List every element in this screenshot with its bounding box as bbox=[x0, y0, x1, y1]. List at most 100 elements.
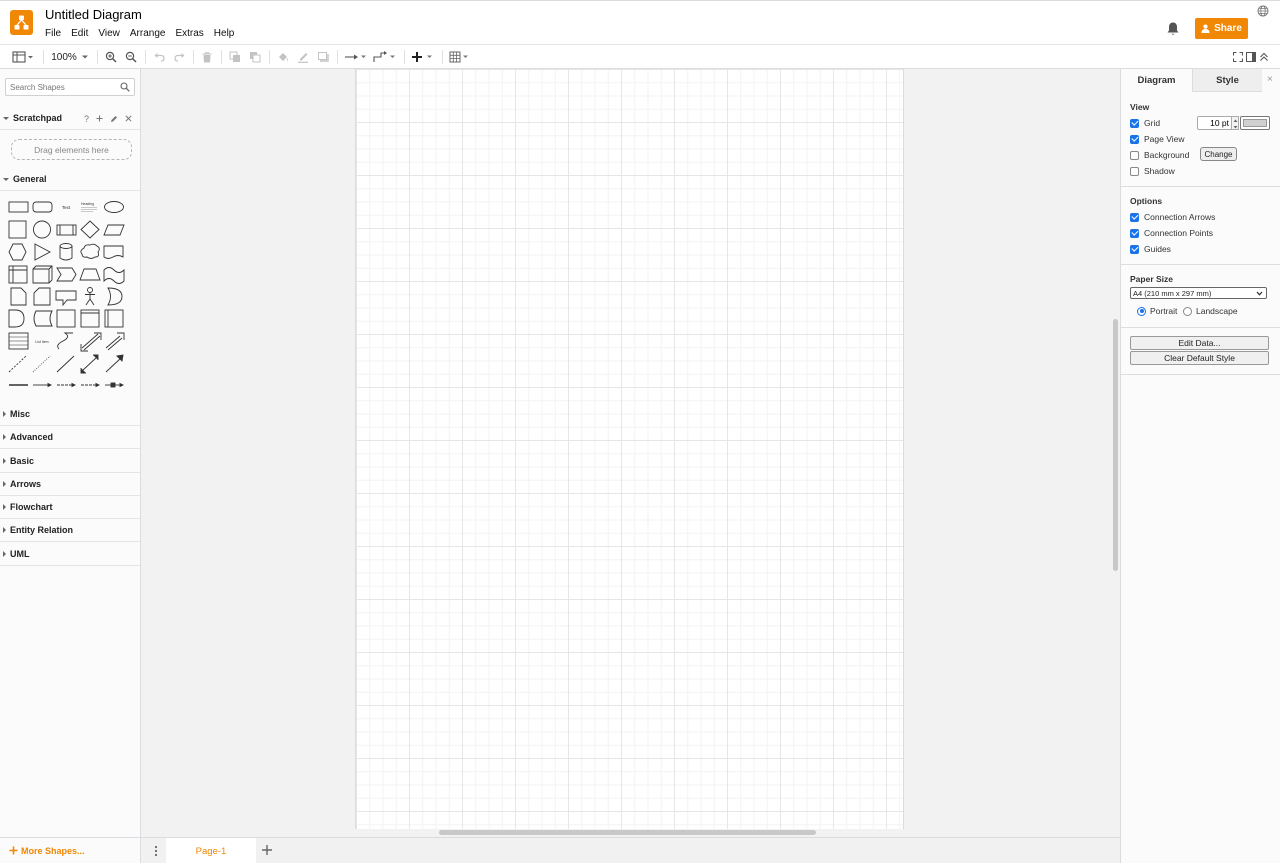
edit-pencil-icon[interactable] bbox=[110, 115, 118, 123]
background-change-button[interactable]: Change bbox=[1200, 147, 1237, 161]
container-shape[interactable] bbox=[56, 309, 76, 328]
parallelogram-shape[interactable] bbox=[103, 224, 125, 236]
entity-relation-section-header[interactable]: Entity Relation bbox=[0, 519, 140, 542]
tape-shape[interactable] bbox=[103, 267, 125, 284]
menu-extras[interactable]: Extras bbox=[175, 28, 203, 39]
menu-edit[interactable]: Edit bbox=[71, 28, 88, 39]
fill-color-button[interactable] bbox=[275, 45, 291, 69]
waypoints-dropdown[interactable] bbox=[372, 45, 398, 69]
scratchpad-drop-zone[interactable]: Drag elements here bbox=[11, 139, 132, 160]
data-storage-shape[interactable] bbox=[33, 310, 53, 327]
bidirectional-arrow-shape[interactable] bbox=[80, 332, 102, 352]
fullscreen-button[interactable] bbox=[1232, 45, 1244, 69]
hexagon-shape[interactable] bbox=[8, 243, 27, 261]
dashed-line-shape[interactable] bbox=[8, 355, 27, 373]
landscape-option[interactable]: Landscape bbox=[1183, 306, 1238, 316]
basic-section-header[interactable]: Basic bbox=[0, 450, 140, 473]
arrow-shape[interactable] bbox=[105, 332, 125, 351]
share-button[interactable]: Share bbox=[1195, 18, 1248, 39]
page-view-checkbox[interactable] bbox=[1130, 134, 1139, 144]
process-shape[interactable] bbox=[56, 224, 77, 236]
cloud-shape[interactable] bbox=[80, 243, 100, 259]
tab-style[interactable]: Style bbox=[1192, 69, 1262, 92]
menu-arrange[interactable]: Arrange bbox=[130, 28, 166, 39]
arrows-section-header[interactable]: Arrows bbox=[0, 473, 140, 496]
connector-with-3-labels-shape[interactable] bbox=[81, 382, 101, 388]
vertical-scrollbar[interactable] bbox=[1113, 319, 1118, 571]
diagram-canvas[interactable] bbox=[141, 69, 1120, 837]
grid-color-swatch[interactable] bbox=[1240, 116, 1270, 130]
swimlane-shape[interactable] bbox=[80, 309, 100, 328]
paper-size-select[interactable]: A4 (210 mm x 297 mm) bbox=[1130, 287, 1267, 299]
document-shape[interactable] bbox=[103, 245, 124, 259]
delay-shape[interactable] bbox=[8, 309, 25, 328]
edit-data-button[interactable]: Edit Data... bbox=[1130, 336, 1269, 350]
to-front-button[interactable] bbox=[227, 45, 243, 69]
circle-shape[interactable] bbox=[33, 220, 51, 239]
trapezoid-shape[interactable] bbox=[79, 268, 101, 281]
cylinder-shape[interactable] bbox=[59, 243, 73, 261]
language-globe-icon[interactable] bbox=[1257, 5, 1269, 17]
bidirectional-connector-shape[interactable] bbox=[80, 354, 99, 374]
advanced-section-header[interactable]: Advanced bbox=[0, 426, 140, 449]
actor-shape[interactable] bbox=[85, 287, 95, 306]
ellipse-shape[interactable] bbox=[104, 201, 124, 213]
page-tab-page-1[interactable]: Page-1 bbox=[166, 838, 256, 863]
add-icon[interactable] bbox=[96, 115, 103, 122]
square-shape[interactable] bbox=[8, 220, 27, 239]
triangle-shape[interactable] bbox=[34, 243, 51, 261]
connection-arrows-option[interactable]: Connection Arrows bbox=[1130, 212, 1215, 222]
delete-button[interactable] bbox=[199, 45, 215, 69]
guides-option[interactable]: Guides bbox=[1130, 244, 1171, 254]
horizontal-scrollbar[interactable] bbox=[439, 830, 816, 835]
collapse-toolbar-button[interactable] bbox=[1258, 45, 1270, 69]
zoom-dropdown[interactable]: 100% bbox=[50, 45, 90, 69]
grid-size-input[interactable] bbox=[1197, 116, 1232, 130]
textbox-shape[interactable]: Heading bbox=[81, 202, 97, 212]
shadow-checkbox[interactable] bbox=[1130, 166, 1139, 176]
dotted-line-shape[interactable] bbox=[32, 355, 51, 373]
more-shapes-button[interactable]: More Shapes... bbox=[0, 837, 140, 863]
cube-shape[interactable] bbox=[32, 265, 53, 284]
format-panel-toggle[interactable] bbox=[1245, 45, 1257, 69]
flowchart-section-header[interactable]: Flowchart bbox=[0, 496, 140, 519]
menu-file[interactable]: File bbox=[45, 28, 61, 39]
connector-with-symbol-shape[interactable] bbox=[105, 382, 125, 388]
list-shape[interactable] bbox=[8, 332, 29, 350]
text-shape[interactable]: Text bbox=[62, 205, 71, 210]
table-dropdown[interactable] bbox=[448, 45, 472, 69]
background-checkbox[interactable] bbox=[1130, 150, 1139, 160]
add-page-icon[interactable] bbox=[260, 843, 274, 857]
insert-dropdown[interactable] bbox=[410, 45, 436, 69]
background-option[interactable]: Background bbox=[1130, 150, 1189, 160]
curve-shape[interactable] bbox=[57, 332, 73, 350]
card-shape[interactable] bbox=[33, 287, 51, 306]
menu-help[interactable]: Help bbox=[214, 28, 235, 39]
connector-with-label-shape[interactable] bbox=[33, 382, 53, 388]
grid-checkbox[interactable] bbox=[1130, 118, 1139, 128]
tab-diagram[interactable]: Diagram bbox=[1121, 69, 1192, 92]
vertical-container-shape[interactable] bbox=[104, 309, 124, 328]
grid-option[interactable]: Grid bbox=[1130, 118, 1160, 128]
grid-size-stepper[interactable] bbox=[1232, 116, 1239, 130]
list-item-shape[interactable]: List Item bbox=[35, 340, 48, 344]
zoom-in-button[interactable] bbox=[103, 45, 119, 69]
internal-storage-shape[interactable] bbox=[8, 265, 28, 284]
connection-style-dropdown[interactable] bbox=[343, 45, 369, 69]
clear-default-style-button[interactable]: Clear Default Style bbox=[1130, 351, 1269, 365]
guides-checkbox[interactable] bbox=[1130, 244, 1139, 254]
connector-with-2-labels-shape[interactable] bbox=[57, 382, 77, 388]
diagram-page[interactable] bbox=[355, 69, 904, 829]
to-back-button[interactable] bbox=[247, 45, 263, 69]
connection-points-checkbox[interactable] bbox=[1130, 228, 1139, 238]
note-shape[interactable] bbox=[10, 287, 27, 306]
landscape-radio[interactable] bbox=[1183, 306, 1192, 316]
undo-button[interactable] bbox=[151, 45, 167, 69]
uml-section-header[interactable]: UML bbox=[0, 543, 140, 566]
help-icon[interactable]: ? bbox=[84, 114, 89, 124]
general-section-header[interactable]: General bbox=[0, 168, 140, 191]
page-view-option[interactable]: Page View bbox=[1130, 134, 1184, 144]
connection-arrows-checkbox[interactable] bbox=[1130, 212, 1139, 222]
zoom-out-button[interactable] bbox=[123, 45, 139, 69]
close-icon[interactable] bbox=[125, 115, 132, 122]
